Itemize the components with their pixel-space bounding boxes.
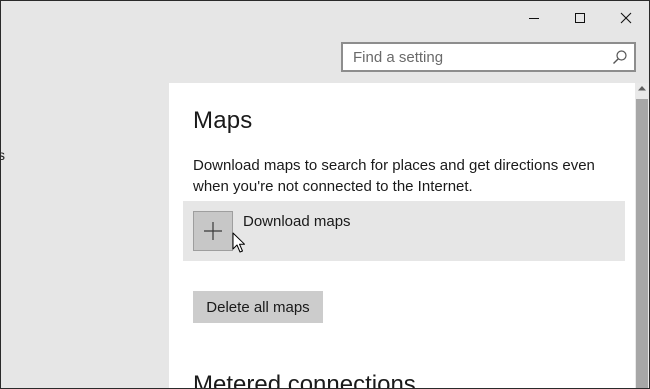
delete-all-maps-button[interactable]: Delete all maps [193,291,323,323]
sidebar-item-label: s [1,147,5,163]
search-input[interactable] [343,44,603,70]
sidebar-item-partial[interactable]: s [1,147,5,163]
main-content: Maps Download maps to search for places … [169,83,635,388]
close-button[interactable] [603,1,649,35]
download-maps-label: Download maps [243,213,351,230]
maximize-button[interactable] [557,1,603,35]
download-maps-tile[interactable] [193,211,233,251]
search-box[interactable] [341,42,636,72]
page-title: Maps [193,107,253,134]
sidebar: s [1,83,169,388]
scrollbar-thumb[interactable] [636,99,648,388]
scroll-up-arrow-icon[interactable] [638,85,646,91]
plus-icon [204,222,222,240]
title-bar [1,1,649,83]
download-maps-row[interactable]: Download maps [183,201,625,261]
close-icon [620,12,632,24]
maximize-icon [575,13,585,23]
mouse-pointer-icon [232,232,245,253]
minimize-button[interactable] [511,1,557,35]
settings-window: s Maps Download maps to search for place… [0,0,650,389]
maps-description: Download maps to search for places and g… [193,157,595,195]
metered-connections-heading: Metered connections [193,371,416,388]
vertical-scrollbar[interactable] [635,83,649,388]
search-icon[interactable] [612,49,628,65]
minimize-icon [529,18,539,19]
